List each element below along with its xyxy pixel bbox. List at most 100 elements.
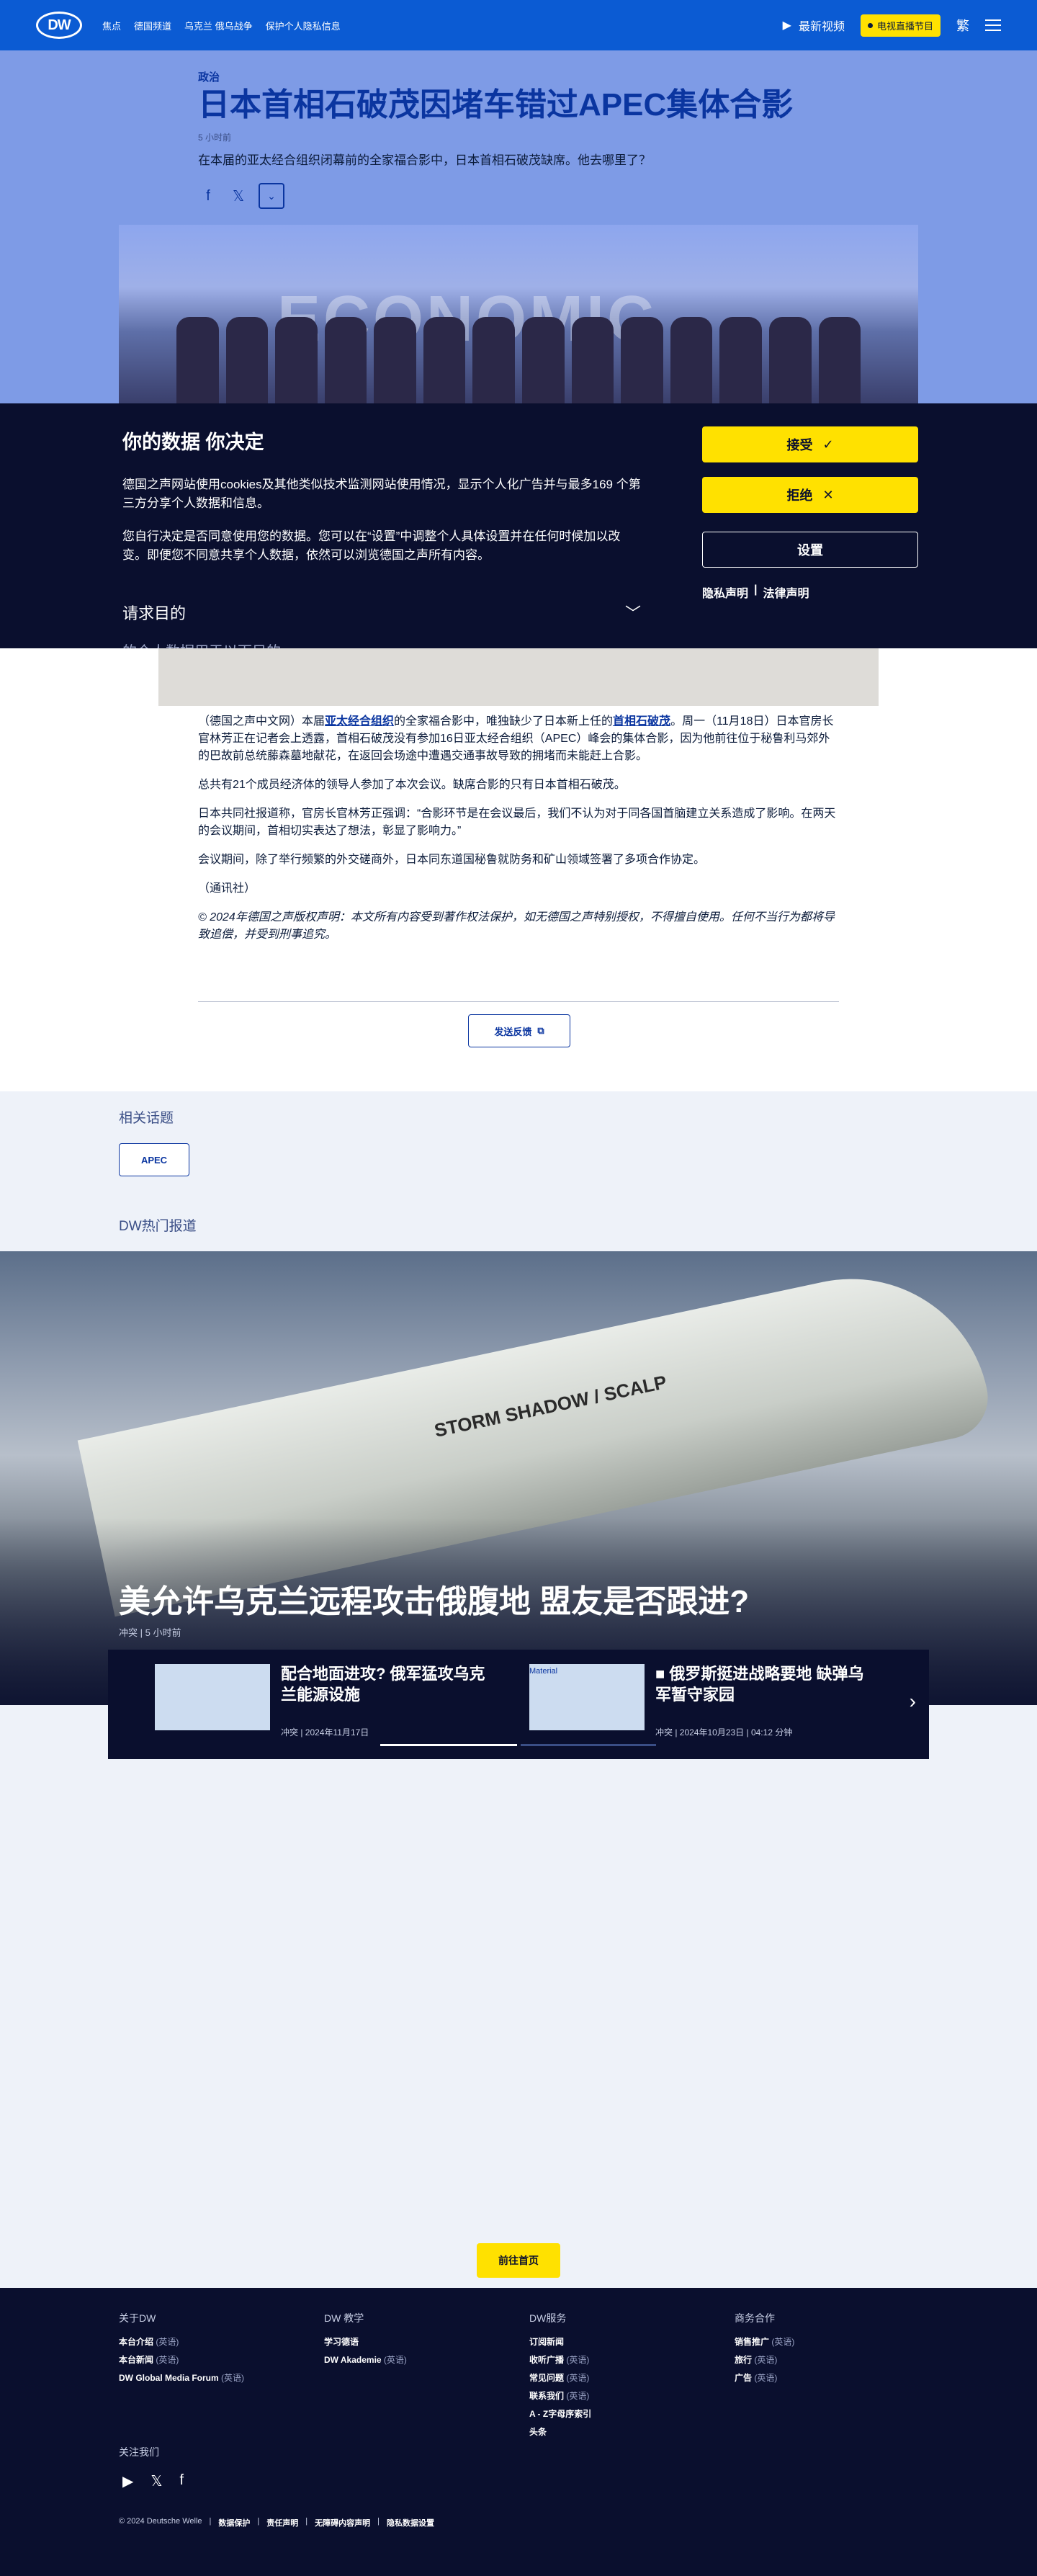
article-paragraph-1: （德国之声中文网）本届亚太经合组织的全家福合影中，唯独缺少了日本新上任的首相石破… — [198, 715, 834, 762]
footer-col-title: DW服务 — [529, 2312, 567, 2324]
top-actions: ▶ 最新视频 电视直播节目 繁 — [783, 14, 1001, 37]
card-thumbnail — [155, 1664, 270, 1730]
purpose-accordion[interactable]: 请求目的 ﹀ — [122, 601, 641, 624]
consent-text-1: 德国之声网站使用cookies及其他类似技术监测网站使用情况，显示个人化广告并与… — [122, 478, 641, 510]
card-title: ■ 俄罗斯挺进战略要地 缺弹乌军暂守家园 — [655, 1665, 864, 1704]
hamburger-menu-icon[interactable] — [985, 19, 1001, 31]
article-copyright: © 2024年德国之声版权声明：本文所有内容受到著作权法保护，如无德国之声特别授… — [198, 911, 835, 941]
footer-link[interactable]: 旅行 (英语) — [735, 2353, 794, 2366]
legal-link[interactable]: 法律声明 — [763, 583, 809, 601]
follow-us-label: 关注我们 — [119, 2446, 159, 2458]
feedback-label: 发送反馈 — [494, 1026, 532, 1037]
article-paragraph-4: 会议期间，除了举行频繁的外交磋商外，日本同东道国秘鲁就防务和矿山领域签署了多项合… — [198, 854, 706, 866]
article-lead: 在本届的亚太经合组织闭幕前的全家福合影中，日本首相石破茂缺席。他去哪里了？ — [198, 153, 651, 167]
purpose-cut-text: 的个人数据用于以下目的 — [122, 640, 281, 648]
facebook-icon[interactable]: f — [198, 188, 218, 205]
dw-logo[interactable]: DW — [36, 12, 82, 39]
link-apec[interactable]: 亚太经合组织 — [325, 715, 394, 728]
nav-item-privacy[interactable]: 保护个人隐私信息 — [266, 19, 341, 32]
topic-tag-apec[interactable]: APEC — [119, 1143, 189, 1176]
article-headline: 日本首相石破茂因堵车错过APEC集体合影 — [198, 87, 794, 122]
article-body: （德国之声中文网）本届亚太经合组织的全家福合影中，唯独缺少了日本新上任的首相石破… — [198, 713, 839, 955]
carousel-card[interactable]: Material ■ 俄罗斯挺进战略要地 缺弹乌军暂守家园 冲突 | 2024年… — [529, 1664, 875, 1738]
carousel-card[interactable]: 配合地面进攻? 俄军猛攻乌克兰能源设施 冲突 | 2024年11月17日 — [155, 1664, 500, 1738]
consent-banner: 你的数据 你决定 德国之声网站使用cookies及其他类似技术监测网站使用情况，… — [0, 403, 1037, 648]
x-icon[interactable]: 𝕏 — [228, 187, 248, 205]
consent-text-2: 您自行决定是否同意使用您的数据。您可以在“设置”中调整个人具体设置并在任何时候加… — [122, 529, 621, 562]
latest-video-link[interactable]: ▶ 最新视频 — [783, 17, 845, 34]
footer-copyright: © 2024 Deutsche Welle — [119, 2517, 202, 2526]
language-switch[interactable]: 繁 — [956, 16, 969, 35]
carousel-progress-inactive — [521, 1744, 656, 1746]
reject-button[interactable]: 拒绝 ✕ — [702, 477, 918, 513]
card-meta: 冲突 | 2024年11月17日 — [281, 1727, 369, 1738]
footer-col-title: 商务合作 — [735, 2312, 775, 2324]
feature-title[interactable]: 美允许乌克兰远程攻击俄腹地 盟友是否跟进? — [119, 1575, 749, 1622]
footer-col-about: 关于DW 本台介绍 (英语) 本台新闻 (英语) DW Global Media… — [119, 2311, 244, 2389]
nav-item-germany[interactable]: 德国频道 — [134, 19, 171, 32]
footer-link[interactable]: 收听广播 (英语) — [529, 2353, 591, 2366]
feature-meta: 冲突 | 5 小时前 — [119, 1627, 181, 1638]
check-icon: ✓ — [822, 437, 834, 452]
footer-bottom-link[interactable]: 责任声明 — [266, 2517, 298, 2528]
footer-col-business: 商务合作 销售推广 (英语) 旅行 (英语) 广告 (英语) — [735, 2311, 794, 2389]
related-topics-title: 相关话题 — [119, 1111, 174, 1126]
privacy-link[interactable]: 隐私声明 — [702, 583, 748, 601]
footer-link[interactable]: 订阅新闻 — [529, 2335, 591, 2348]
footer-link[interactable]: A - Z字母序索引 — [529, 2407, 591, 2420]
main-nav: 焦点 德国频道 乌克兰 俄乌战争 保护个人隐私信息 — [102, 19, 341, 32]
accept-button[interactable]: 接受 ✓ — [702, 426, 918, 462]
feedback-button[interactable]: 发送反馈 ⧉ — [468, 1014, 570, 1047]
chevron-down-icon: ﹀ — [624, 604, 641, 622]
reject-label: 拒绝 — [786, 488, 813, 503]
footer-bottom-link[interactable]: 隐私数据设置 — [387, 2517, 434, 2528]
accept-label: 接受 — [786, 438, 813, 452]
footer-link[interactable]: DW Akademie (英语) — [324, 2353, 407, 2366]
footer-link[interactable]: 联系我们 (英语) — [529, 2389, 591, 2402]
chevron-right-icon[interactable]: › — [910, 1690, 916, 1713]
footer-link[interactable]: 广告 (英语) — [735, 2371, 794, 2384]
video-icon: ■ — [655, 1665, 665, 1683]
purpose-label: 请求目的 — [122, 604, 187, 622]
card-title: 配合地面进攻? 俄军猛攻乌克兰能源设施 — [281, 1665, 485, 1704]
footer-bottom: © 2024 Deutsche Welle | 数据保护 | 责任声明 | 无障碍内容… — [119, 2517, 434, 2528]
card-meta: 冲突 | 2024年10月23日 | 04:12 分钟 — [655, 1727, 793, 1738]
share-bar: f 𝕏 ⌄ — [198, 183, 284, 209]
photo-group-figures — [176, 303, 861, 403]
footer-col-services: DW服务 订阅新闻 收听广播 (英语) 常见问题 (英语) 联系我们 (英语) … — [529, 2311, 591, 2443]
hot-stories-title: DW热门报道 — [119, 1219, 197, 1234]
footer-link[interactable]: DW Global Media Forum (英语) — [119, 2371, 244, 2384]
nav-item-focus[interactable]: 焦点 — [102, 19, 121, 32]
link-separator: | — [754, 583, 758, 596]
facebook-icon[interactable]: f — [180, 2472, 184, 2490]
article-hero-photo: ECONOMIC — [119, 225, 918, 403]
go-home-button[interactable]: 前往首页 — [477, 2243, 560, 2278]
footer-link[interactable]: 学习德语 — [324, 2335, 407, 2348]
consent-title: 你的数据 你决定 — [122, 431, 264, 453]
article-paragraph-2: 总共有21个成员经济体的领导人参加了本次会议。缺席合影的只有日本首相石破茂。 — [198, 779, 626, 791]
consent-links: 隐私声明 | 法律声明 — [702, 583, 809, 601]
settings-button[interactable]: 设置 — [702, 532, 918, 568]
link-ishiba[interactable]: 首相石破茂 — [613, 715, 670, 728]
footer-link[interactable]: 常见问题 (英语) — [529, 2371, 591, 2384]
footer-bottom-link[interactable]: 数据保护 — [218, 2517, 250, 2528]
footer-link[interactable]: 头条 — [529, 2425, 591, 2438]
footer-link[interactable]: 销售推广 (英语) — [735, 2335, 794, 2348]
article-time: 5 小时前 — [198, 133, 232, 143]
youtube-icon[interactable]: ▶ — [122, 2472, 133, 2490]
carousel-progress-active — [380, 1744, 517, 1746]
share-more-chevron-icon[interactable]: ⌄ — [259, 183, 284, 209]
x-icon[interactable]: 𝕏 — [151, 2472, 162, 2490]
video-icon: ▶ — [782, 19, 791, 32]
tv-live-button[interactable]: 电视直播节目 — [860, 14, 941, 37]
tv-live-label: 电视直播节目 — [876, 20, 933, 32]
nav-item-ukraine[interactable]: 乌克兰 俄乌战争 — [184, 19, 253, 32]
footer-link[interactable]: 本台新闻 (英语) — [119, 2353, 244, 2366]
close-icon: ✕ — [822, 487, 834, 502]
footer-link[interactable]: 本台介绍 (英语) — [119, 2335, 244, 2348]
footer-bottom-link[interactable]: 无障碍内容声明 — [315, 2517, 370, 2528]
article-kicker[interactable]: 政治 — [198, 69, 220, 84]
article-divider — [198, 1001, 839, 1002]
copy-icon: ⧉ — [537, 1025, 544, 1036]
latest-video-label: 最新视频 — [798, 21, 845, 33]
